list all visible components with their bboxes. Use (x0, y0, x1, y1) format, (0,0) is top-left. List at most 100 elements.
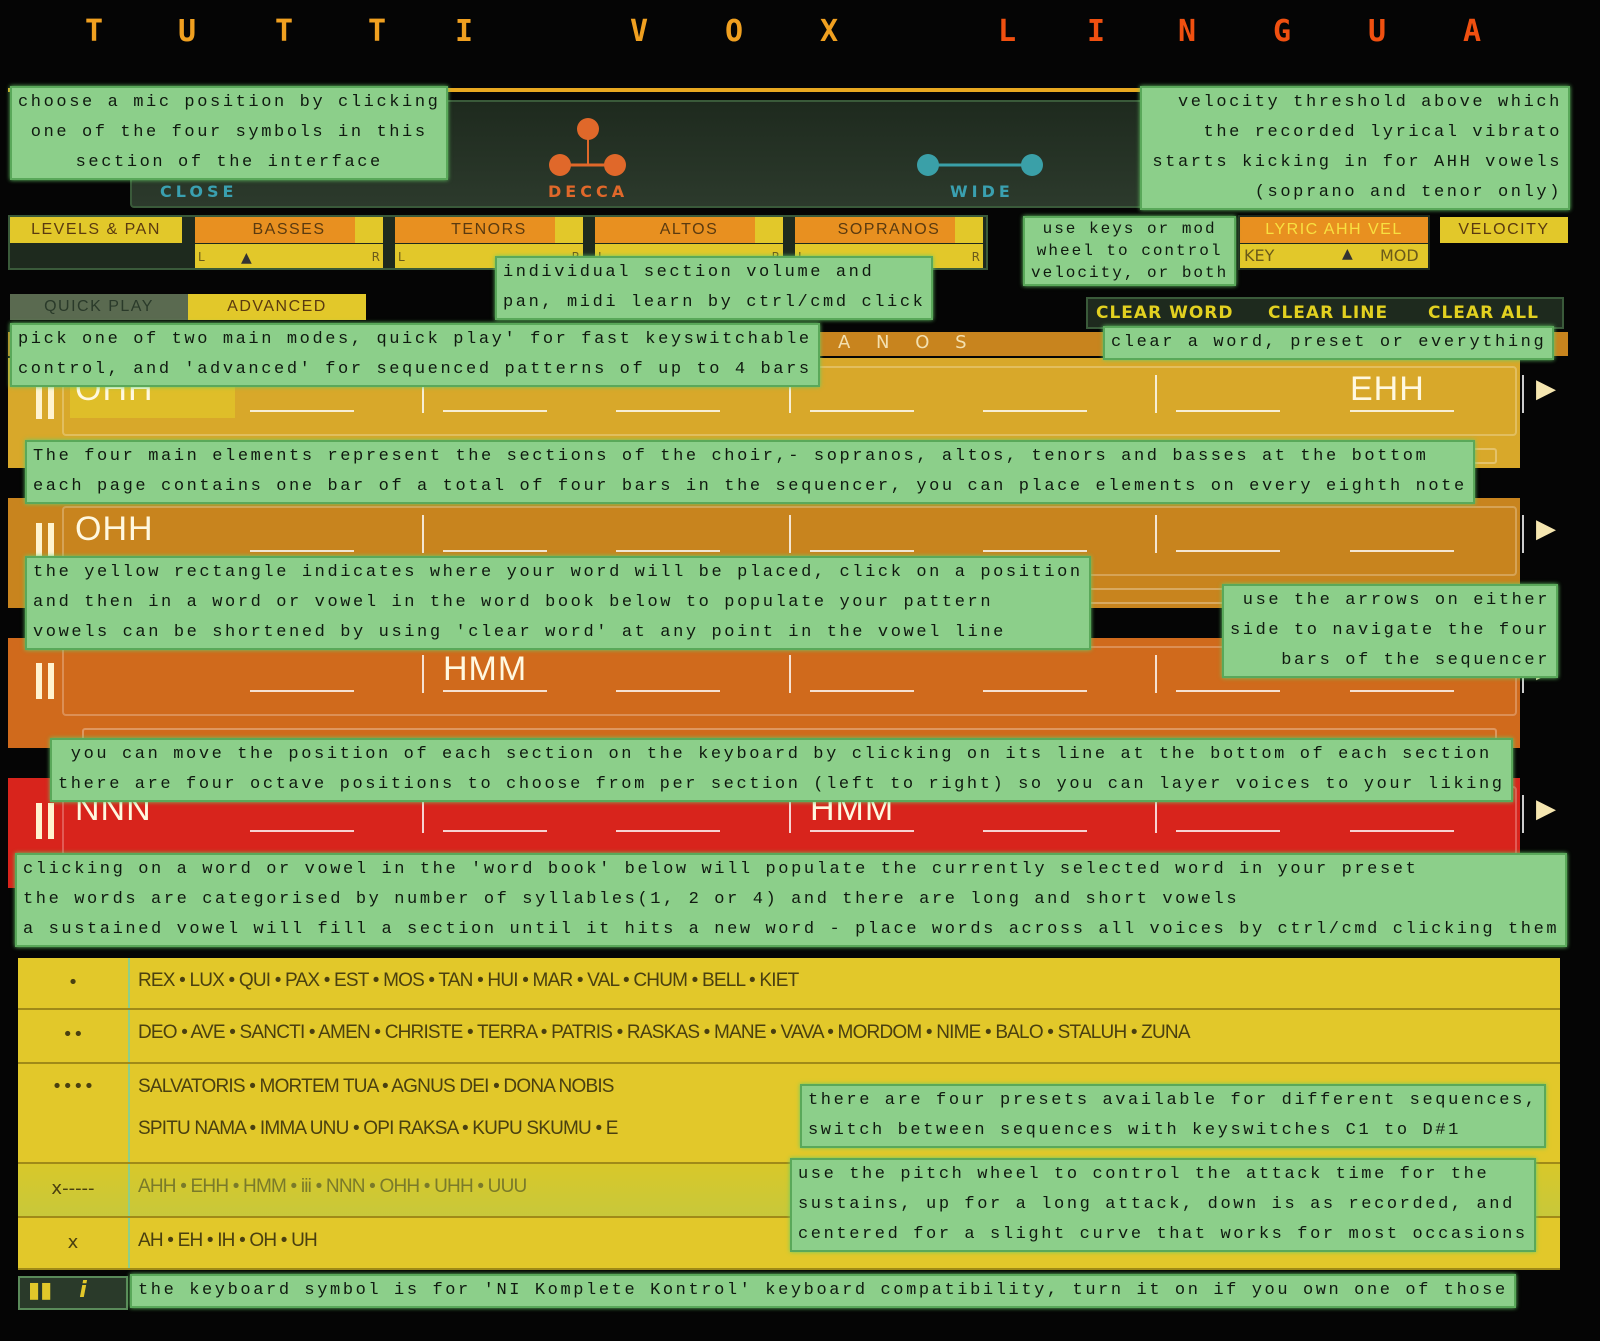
word-slot[interactable] (616, 830, 720, 832)
pan-right-label: R (371, 250, 380, 264)
clear-line-button[interactable]: CLEAR LINE (1268, 299, 1388, 327)
tooltip-line: there are four octave positions to choos… (58, 775, 1505, 794)
wordbook-words[interactable]: DEO • AVE • SANCTI • AMEN • CHRISTE • TE… (138, 1022, 1191, 1044)
word-slot[interactable] (983, 830, 1087, 832)
tooltip-line: vowels can be shortened by using 'clear … (33, 623, 1006, 642)
word-slot[interactable] (616, 410, 720, 412)
title-letter: G (1273, 14, 1292, 49)
title-letter: N (1178, 14, 1197, 49)
lane-handle-icon[interactable] (36, 523, 54, 559)
wide-mic-icon[interactable] (910, 150, 1050, 180)
word-slot[interactable] (616, 690, 720, 692)
mic-wide-label[interactable]: WIDE (950, 182, 1014, 201)
lane-handle-icon[interactable] (36, 803, 54, 839)
word-slot[interactable] (1350, 690, 1454, 692)
lyric-ahh-vel-button[interactable]: LYRIC AHH VEL (1240, 217, 1428, 243)
word-slot[interactable] (1350, 410, 1454, 412)
next-bar-arrow-icon[interactable]: ▶ (1528, 514, 1564, 544)
word-slot[interactable] (443, 550, 547, 552)
tooltip-line: starts kicking in for AHH vowels (1152, 153, 1562, 172)
word-slot[interactable] (983, 550, 1087, 552)
tooltip-line: there are four presets available for dif… (808, 1091, 1538, 1110)
wordbook-row: •• DEO • AVE • SANCTI • AMEN • CHRISTE • … (18, 1010, 1560, 1064)
section-basses-label: BASSES (195, 217, 383, 243)
keyboard-icon[interactable]: ▮▮ (28, 1278, 52, 1303)
lane-word[interactable]: OHH (75, 510, 154, 549)
word-slot[interactable] (250, 690, 354, 692)
advanced-tab[interactable]: ADVANCED (188, 294, 366, 320)
word-slot[interactable] (810, 830, 914, 832)
pan-handle-icon[interactable]: ▲ (241, 250, 252, 266)
word-slot[interactable] (1350, 830, 1454, 832)
wordbook-words[interactable]: AH • EH • IH • OH • UH (138, 1230, 318, 1252)
word-slot[interactable] (1176, 830, 1280, 832)
tooltip-line: individual section volume and (503, 263, 875, 282)
footer-icons: ▮▮ i (18, 1276, 128, 1310)
word-slot[interactable] (250, 550, 354, 552)
bar-divider (1522, 795, 1524, 833)
tooltip-line: one of the four symbols in this (30, 123, 428, 142)
syllable-label: • (67, 972, 79, 993)
word-slot[interactable] (443, 410, 547, 412)
tooltip-elements: The four main elements represent the sec… (25, 440, 1475, 504)
clear-word-button[interactable]: CLEAR WORD (1096, 299, 1234, 327)
word-slot[interactable] (810, 410, 914, 412)
syllable-label: •• (62, 1024, 84, 1045)
section-pan-slider[interactable]: L R ▲ (195, 244, 383, 268)
word-slot[interactable] (1176, 410, 1280, 412)
tooltip-line: velocity threshold above which (1177, 93, 1562, 112)
word-slot[interactable] (1176, 690, 1280, 692)
word-slot[interactable] (250, 830, 354, 832)
word-slot[interactable] (983, 410, 1087, 412)
mic-decca-label[interactable]: DECCA (548, 182, 628, 201)
tooltip-line: clicking on a word or vowel in the 'word… (23, 860, 1419, 879)
tooltip-line: each page contains one bar of a total of… (33, 477, 1467, 496)
word-slot[interactable] (250, 410, 354, 412)
lane-handle-icon[interactable] (36, 663, 54, 699)
slider-handle-icon[interactable]: ▲ (1342, 246, 1353, 262)
clear-all-button[interactable]: CLEAR ALL (1428, 299, 1539, 327)
word-slot[interactable] (810, 690, 914, 692)
tooltip-line: a sustained vowel will fill a section un… (23, 920, 1560, 939)
word-slot[interactable] (810, 550, 914, 552)
wordbook-words[interactable]: SPITU NAMA • IMMA UNU • OPI RAKSA • KUPU… (138, 1118, 618, 1140)
clear-panel: CLEAR WORD CLEAR LINE CLEAR ALL (1086, 297, 1564, 329)
wordbook-words[interactable]: REX • LUX • QUI • PAX • EST • MOS • TAN … (138, 970, 799, 992)
word-slot[interactable] (1176, 550, 1280, 552)
wordbook-words[interactable]: SALVATORIS • MORTEM TUA • AGNUS DEI • DO… (138, 1076, 614, 1098)
tooltip-line: clear a word, preset or everything (1111, 333, 1547, 352)
row-divider (128, 958, 130, 1008)
pan-right-label: R (971, 250, 980, 264)
tooltip-vel-threshold: velocity threshold above which the record… (1140, 86, 1570, 210)
decca-mic-icon[interactable] (540, 115, 640, 185)
tooltip-line: wheel to control (1036, 242, 1223, 260)
title-letter: V (630, 14, 649, 49)
tooltip-keys-mod: use keys or mod wheel to control velocity,… (1023, 216, 1237, 286)
word-slot[interactable] (616, 550, 720, 552)
lane-word[interactable]: EHH (1350, 370, 1425, 409)
next-bar-arrow-icon[interactable]: ▶ (1528, 794, 1564, 824)
word-slot[interactable] (1350, 550, 1454, 552)
row-divider (128, 1164, 130, 1216)
tooltip-line: bars of the sequencer (1281, 651, 1551, 670)
tooltip-mic: choose a mic position by clicking one of … (10, 86, 449, 180)
info-icon[interactable]: i (79, 1278, 87, 1303)
mic-close-label[interactable]: CLOSE (160, 182, 237, 201)
tooltip-line: you can move the position of each sectio… (70, 745, 1492, 764)
pan-left-label: L (398, 250, 405, 264)
word-slot[interactable] (983, 690, 1087, 692)
wordbook-words[interactable]: AHH • EHH • HMM • iii • NNN • OHH • UHH … (138, 1176, 527, 1198)
lane-handle-icon[interactable] (36, 383, 54, 419)
tooltip-line: centered for a slight curve that works f… (798, 1225, 1528, 1244)
key-mod-slider[interactable]: KEY ▲ MOD (1240, 244, 1428, 268)
word-slot[interactable] (443, 830, 547, 832)
bar-divider (789, 655, 791, 693)
pan-left-label: L (198, 250, 205, 264)
tooltip-wordbook: clicking on a word or vowel in the 'word… (15, 853, 1568, 947)
quick-play-tab[interactable]: QUICK PLAY (10, 294, 188, 320)
word-slot[interactable] (443, 690, 547, 692)
bar-divider (1155, 655, 1157, 693)
next-bar-arrow-icon[interactable]: ▶ (1528, 374, 1564, 404)
lane-word[interactable]: HMM (443, 650, 527, 689)
tooltip-line: control, and 'advanced' for sequenced pa… (18, 360, 812, 379)
